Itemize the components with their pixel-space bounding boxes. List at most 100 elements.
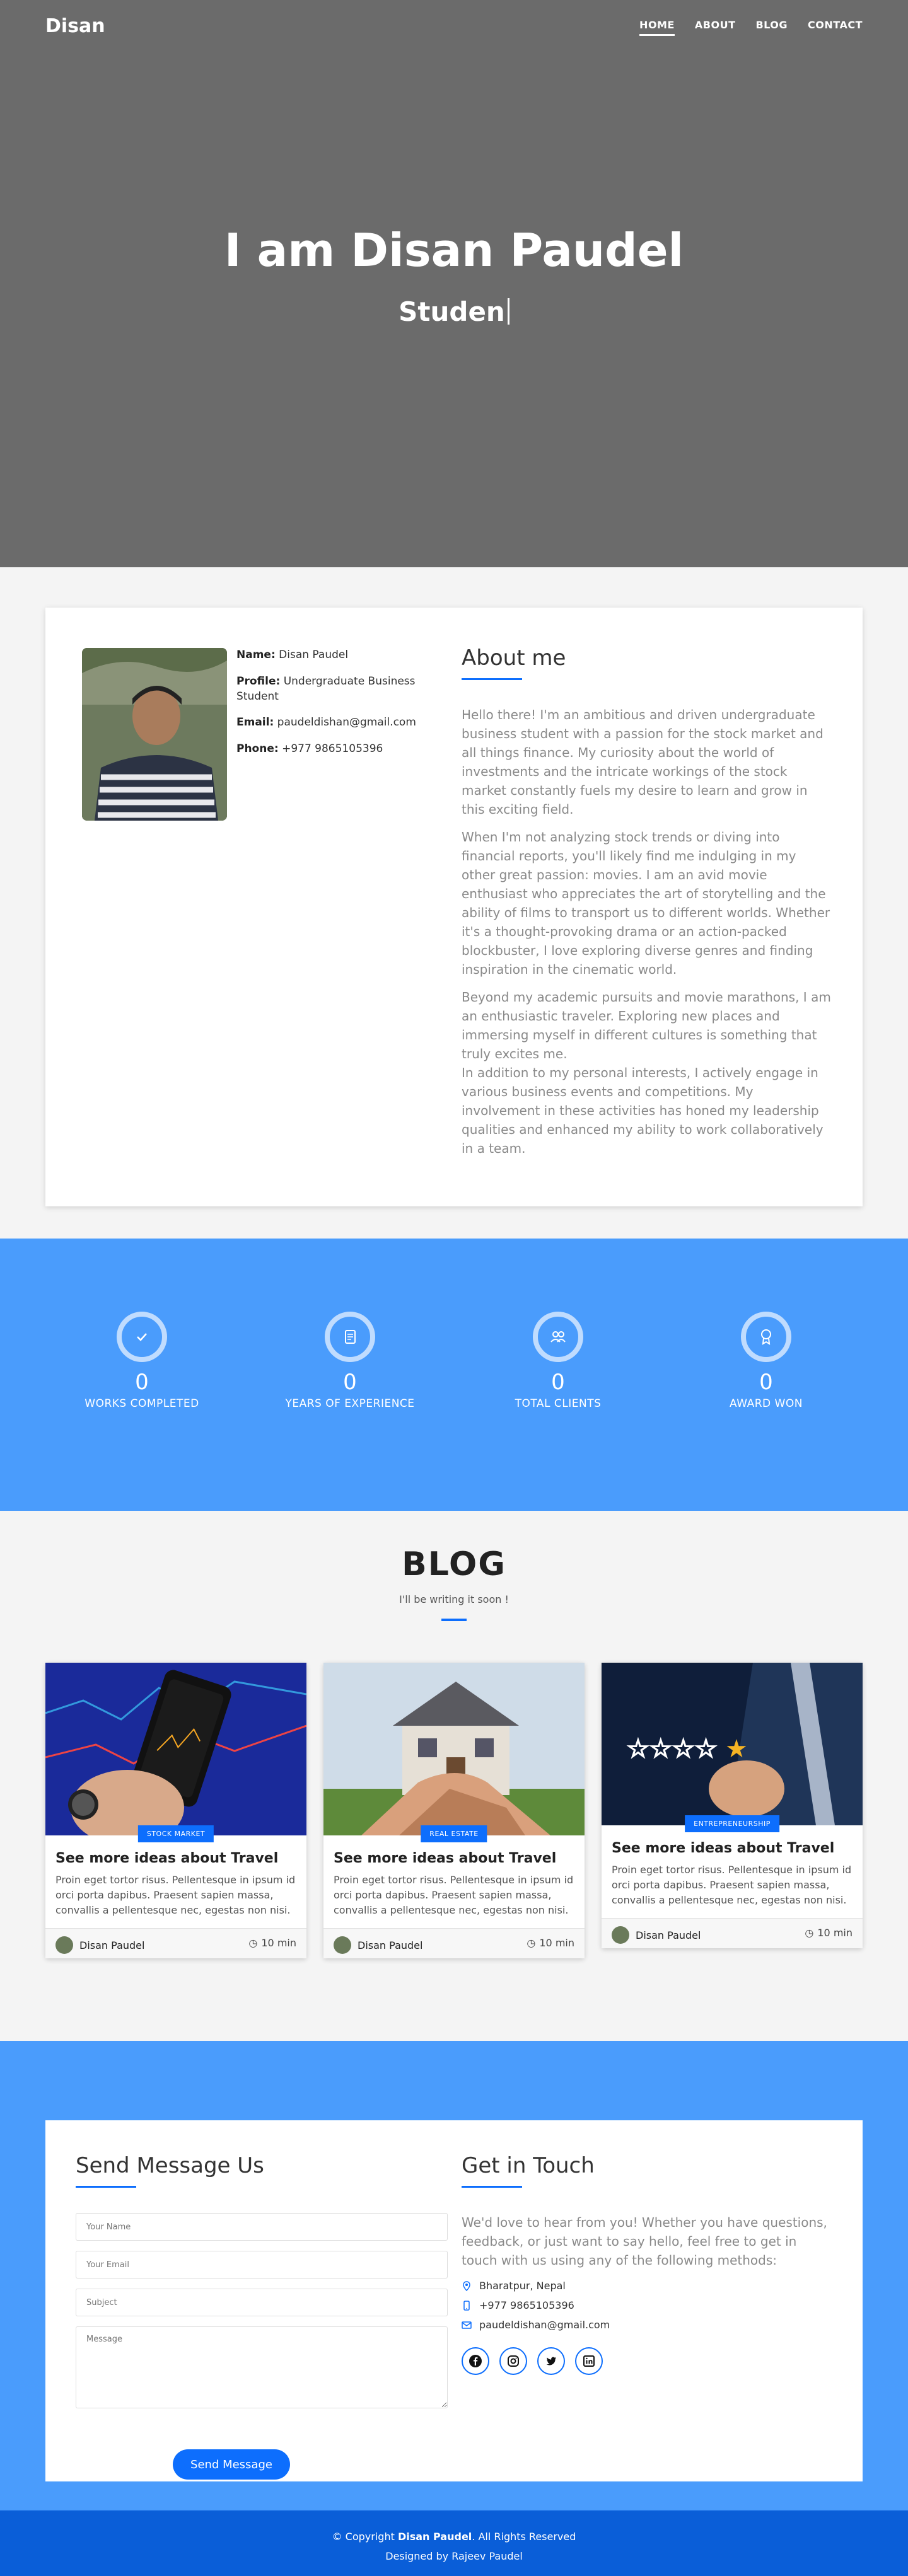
svg-text:☆☆☆☆: ☆☆☆☆ — [627, 1735, 717, 1764]
nav-link-blog[interactable]: BLOG — [755, 19, 788, 36]
heading-underline — [462, 678, 522, 680]
stat-value: 0 — [759, 1370, 773, 1395]
facebook-icon[interactable] — [462, 2347, 489, 2375]
read-time: ◷ 10 min — [248, 1937, 296, 1949]
heading-underline — [76, 2186, 136, 2188]
location-icon — [463, 2280, 470, 2291]
card-footer: Disan Paudel ◷ 10 min — [45, 1928, 306, 1958]
phone-text[interactable]: +977 9865105396 — [479, 2299, 574, 2311]
nav-menu: HOME ABOUT BLOG CONTACT — [639, 19, 863, 36]
stat-experience: 0 YEARS OF EXPERIENCE — [274, 1312, 426, 1410]
card-title[interactable]: See more ideas about Travel — [55, 1851, 296, 1866]
contact-email: paudeldishan@gmail.com — [462, 2319, 834, 2331]
blog-card[interactable]: ☆☆☆☆ ★ ENTREPRENEURSHIP See more ideas a… — [602, 1663, 863, 1948]
blog-card[interactable]: REAL ESTATE See more ideas about Travel … — [323, 1663, 585, 1958]
hero-title: I am Disan Paudel — [224, 224, 684, 277]
heading-underline — [462, 2186, 522, 2188]
author-name: Disan Paudel — [79, 1939, 145, 1951]
stat-label: WORKS COMPLETED — [84, 1397, 199, 1410]
contact-phone: +977 9865105396 — [462, 2299, 834, 2311]
card-title[interactable]: See more ideas about Travel — [334, 1851, 574, 1866]
card-body: ENTREPRENEURSHIP See more ideas about Tr… — [602, 1815, 863, 1918]
designed-by-text: Designed by Rajeev Paudel — [385, 2550, 523, 2562]
card-footer: Disan Paudel ◷ 10 min — [602, 1918, 863, 1948]
contact-card: Send Message Us Send Message Get in Touc… — [45, 2120, 863, 2481]
copyright-text: © Copyright Disan Paudel. All Rights Res… — [332, 2531, 576, 2543]
stat-works: 0 WORKS COMPLETED — [66, 1312, 218, 1410]
touch-heading: Get in Touch — [462, 2153, 595, 2178]
clock-icon: ◷ — [248, 1937, 258, 1949]
author-name: Disan Paudel — [358, 1939, 423, 1951]
blog-image-entrepreneurship: ☆☆☆☆ ★ — [602, 1663, 863, 1825]
linkedin-icon[interactable] — [575, 2347, 603, 2375]
card-body: STOCK MARKET See more ideas about Travel… — [45, 1825, 306, 1928]
info-email: Email: paudeldishan@gmail.com — [236, 716, 416, 729]
stat-label: AWARD WON — [730, 1397, 803, 1410]
card-text: Proin eget tortor risus. Pellentesque in… — [334, 1874, 574, 1916]
avatar — [55, 1936, 73, 1954]
stat-clients: 0 TOTAL CLIENTS — [482, 1312, 634, 1410]
card-author: Disan Paudel — [55, 1936, 144, 1954]
blog-card[interactable]: STOCK MARKET See more ideas about Travel… — [45, 1663, 306, 1958]
card-title[interactable]: See more ideas about Travel — [612, 1840, 853, 1856]
blog-subtitle: I'll be writing it soon ! — [399, 1593, 509, 1605]
clock-icon: ◷ — [805, 1927, 814, 1939]
card-author: Disan Paudel — [612, 1926, 701, 1944]
info-profile: Profile: Undergraduate Business Student — [236, 674, 416, 703]
card-body: REAL ESTATE See more ideas about Travel … — [323, 1825, 585, 1928]
phone-icon — [463, 2300, 470, 2311]
instagram-icon[interactable] — [499, 2347, 527, 2375]
about-text: About me Hello there! I'm an ambitious a… — [462, 645, 834, 1167]
typing-caret — [507, 298, 509, 325]
contact-form: Send Message Us — [76, 2153, 448, 2421]
hero-subtitle: Studen — [399, 296, 505, 327]
about-paragraph: In addition to my personal interests, I … — [462, 1065, 824, 1156]
about-paragraph: Hello there! I'm an ambitious and driven… — [462, 707, 824, 817]
send-message-button[interactable]: Send Message — [173, 2449, 290, 2480]
stat-value: 0 — [343, 1370, 357, 1395]
document-icon — [325, 1312, 375, 1362]
category-badge[interactable]: REAL ESTATE — [421, 1825, 487, 1842]
stats-section: 0 WORKS COMPLETED 0 YEARS OF EXPERIENCE … — [0, 1239, 908, 1511]
brand-logo[interactable]: Disan — [45, 15, 105, 37]
read-time-value: 10 min — [817, 1927, 853, 1939]
about-paragraph: When I'm not analyzing stock trends or d… — [462, 829, 830, 977]
check-icon — [117, 1312, 167, 1362]
clock-icon: ◷ — [527, 1937, 536, 1949]
stat-awards: 0 AWARD WON — [690, 1312, 842, 1410]
read-time: ◷ 10 min — [805, 1927, 853, 1939]
info-phone: Phone: +977 9865105396 — [236, 742, 383, 756]
read-time-value: 10 min — [261, 1937, 296, 1949]
svg-text:★: ★ — [725, 1735, 748, 1764]
users-icon — [533, 1312, 583, 1362]
nav-link-contact[interactable]: CONTACT — [808, 19, 863, 36]
avatar — [334, 1936, 351, 1954]
author-name: Disan Paudel — [636, 1929, 701, 1941]
stat-label: TOTAL CLIENTS — [515, 1397, 602, 1410]
info-name: Name: Disan Paudel — [236, 649, 349, 661]
category-badge[interactable]: ENTREPRENEURSHIP — [685, 1815, 779, 1832]
card-footer: Disan Paudel ◷ 10 min — [323, 1928, 585, 1958]
location-text: Bharatpur, Nepal — [479, 2280, 566, 2292]
card-author: Disan Paudel — [334, 1936, 422, 1954]
card-text: Proin eget tortor risus. Pellentesque in… — [55, 1874, 296, 1916]
email-text[interactable]: paudeldishan@gmail.com — [479, 2319, 610, 2331]
twitter-icon[interactable] — [537, 2347, 565, 2375]
blog-image-stock — [45, 1663, 306, 1835]
message-textarea[interactable] — [76, 2326, 448, 2408]
name-input[interactable] — [76, 2213, 448, 2241]
navbar: Disan HOME ABOUT BLOG CONTACT — [0, 0, 908, 50]
blog-underline — [441, 1619, 467, 1621]
profile-photo — [82, 648, 227, 821]
blog-image-realestate — [323, 1663, 585, 1835]
stat-value: 0 — [551, 1370, 565, 1395]
contact-section: Send Message Us Send Message Get in Touc… — [0, 2041, 908, 2510]
about-paragraph: Beyond my academic pursuits and movie ma… — [462, 990, 831, 1061]
email-input[interactable] — [76, 2251, 448, 2279]
category-badge[interactable]: STOCK MARKET — [137, 1825, 214, 1842]
stat-label: YEARS OF EXPERIENCE — [285, 1397, 415, 1410]
subject-input[interactable] — [76, 2289, 448, 2316]
nav-link-home[interactable]: HOME — [639, 19, 675, 36]
about-heading: About me — [462, 645, 566, 671]
nav-link-about[interactable]: ABOUT — [695, 19, 736, 36]
